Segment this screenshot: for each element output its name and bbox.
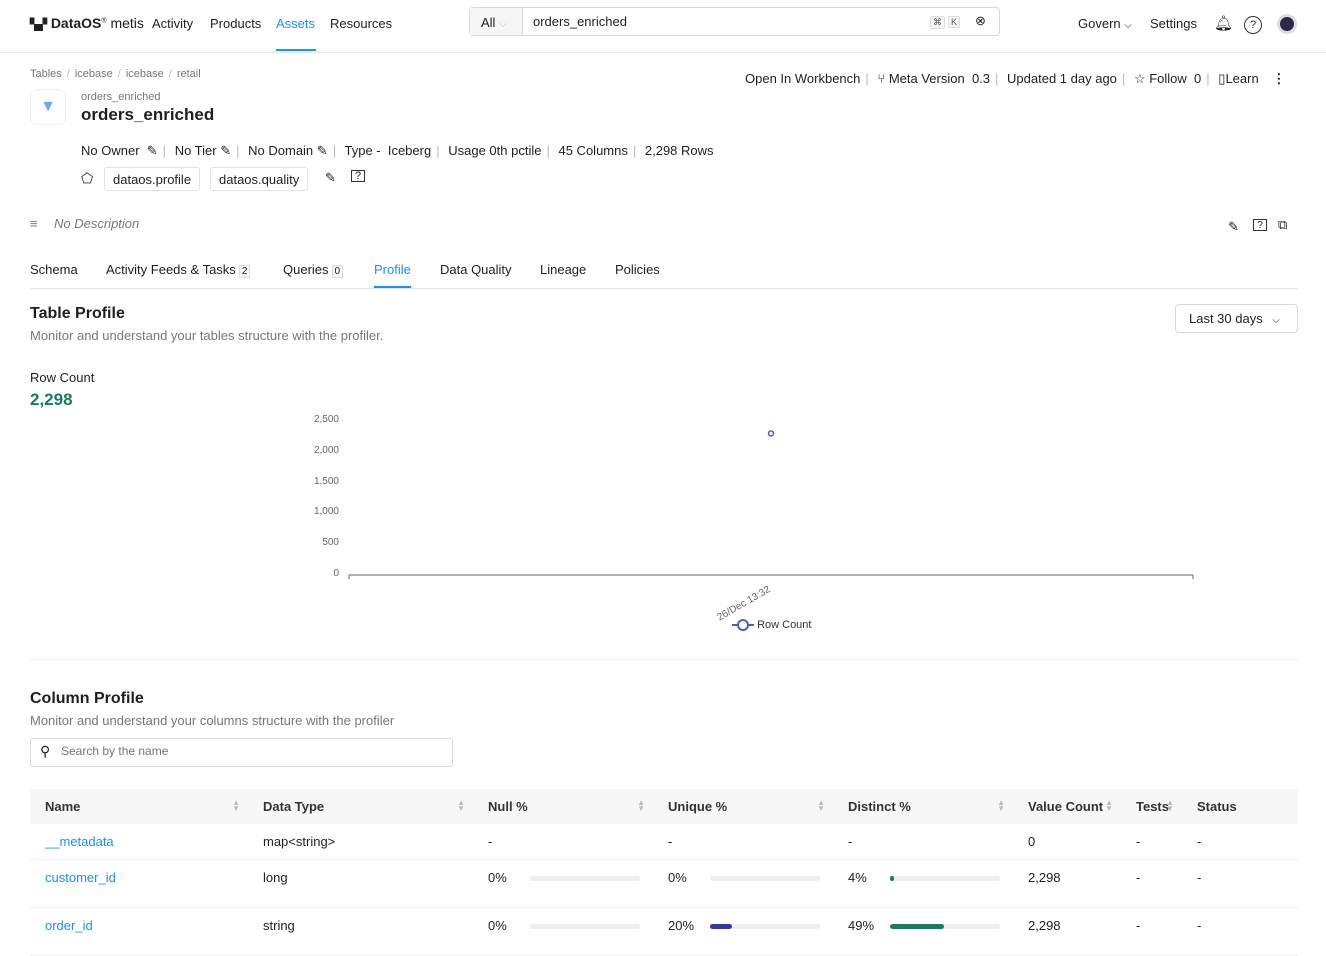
column-search-input[interactable]	[61, 744, 441, 758]
data-point[interactable]	[767, 430, 775, 437]
search-icon: ⚲	[40, 743, 51, 759]
value-count: 0	[1013, 824, 1121, 860]
column-name-link[interactable]: customer_id	[45, 870, 116, 885]
col-header-unique[interactable]: Unique % ▲ ▼	[653, 789, 833, 824]
distinct-pct: 4%	[848, 869, 867, 885]
table-row[interactable]: order_id string 0% 20% 49% 2,298 - -	[30, 907, 1298, 956]
col-header-value-count[interactable]: Value Count ▲ ▼	[1013, 789, 1121, 824]
unique-pct: 0%	[668, 869, 687, 885]
unique-bar	[710, 875, 820, 881]
column-name-link[interactable]: __metadata	[45, 834, 114, 849]
sort-icon: ▲ ▼	[232, 798, 240, 813]
distinct-bar	[890, 923, 1000, 929]
sort-icon: ▲ ▼	[1105, 798, 1113, 813]
column-profile-subtitle: Monitor and understand your columns stru…	[30, 713, 395, 728]
row-count-chart: 26/Dec 13:32	[348, 430, 1194, 623]
null-bar	[530, 875, 640, 881]
chart-legend[interactable]: Row Count	[732, 619, 812, 632]
column-profile-title: Column Profile	[30, 690, 144, 707]
table-row[interactable]: __metadata map<string> - - - 0 - -	[30, 824, 1298, 860]
distinct-pct: -	[848, 834, 853, 849]
value-count: 2,298	[1013, 907, 1121, 956]
tests: -	[1121, 824, 1182, 860]
legend-marker-icon	[732, 619, 754, 632]
status: -	[1182, 824, 1298, 860]
null-pct: 0%	[488, 917, 507, 933]
distinct-pct: 49%	[848, 917, 875, 933]
legend-label: Row Count	[757, 619, 812, 631]
table-row[interactable]: customer_id long 0% 0% 4% 2,298 - -	[30, 859, 1298, 908]
unique-bar	[710, 923, 820, 929]
col-header-null[interactable]: Null % ▲ ▼	[473, 789, 653, 824]
column-name-link[interactable]: order_id	[45, 918, 93, 933]
col-header-name[interactable]: Name ▲ ▼	[30, 789, 248, 824]
col-header-distinct[interactable]: Distinct % ▲ ▼	[833, 789, 1013, 824]
sort-icon: ▲ ▼	[457, 798, 465, 813]
column-profile-table: Name ▲ ▼ Data Type ▲ ▼ Null % ▲ ▼ Unique % ▲ ▼ D…	[30, 789, 1298, 956]
sort-icon: ▲ ▼	[1166, 798, 1174, 813]
tests: -	[1121, 859, 1182, 908]
tests: -	[1121, 907, 1182, 956]
sort-icon: ▲ ▼	[637, 798, 645, 813]
unique-pct: 20%	[668, 917, 695, 933]
unique-pct: -	[668, 834, 673, 849]
value-count: 2,298	[1013, 859, 1121, 908]
status: -	[1182, 907, 1298, 956]
data-type: long	[248, 859, 473, 908]
x-tick-label: 26/Dec 13:32	[715, 584, 772, 623]
column-search[interactable]: ⚲	[30, 738, 453, 767]
distinct-bar	[890, 875, 1000, 881]
null-pct: -	[488, 834, 493, 849]
sort-icon: ▲ ▼	[817, 798, 825, 813]
data-type: string	[248, 907, 473, 956]
status: -	[1182, 859, 1298, 908]
col-header-tests[interactable]: Tests ▲ ▼	[1121, 789, 1182, 824]
null-pct: 0%	[488, 869, 507, 885]
col-header-data-type[interactable]: Data Type ▲ ▼	[248, 789, 473, 824]
null-bar	[530, 923, 640, 929]
sort-icon: ▲ ▼	[997, 798, 1005, 813]
col-header-status: Status	[1197, 799, 1237, 814]
section-divider	[30, 659, 1298, 660]
data-type: map<string>	[248, 824, 473, 860]
